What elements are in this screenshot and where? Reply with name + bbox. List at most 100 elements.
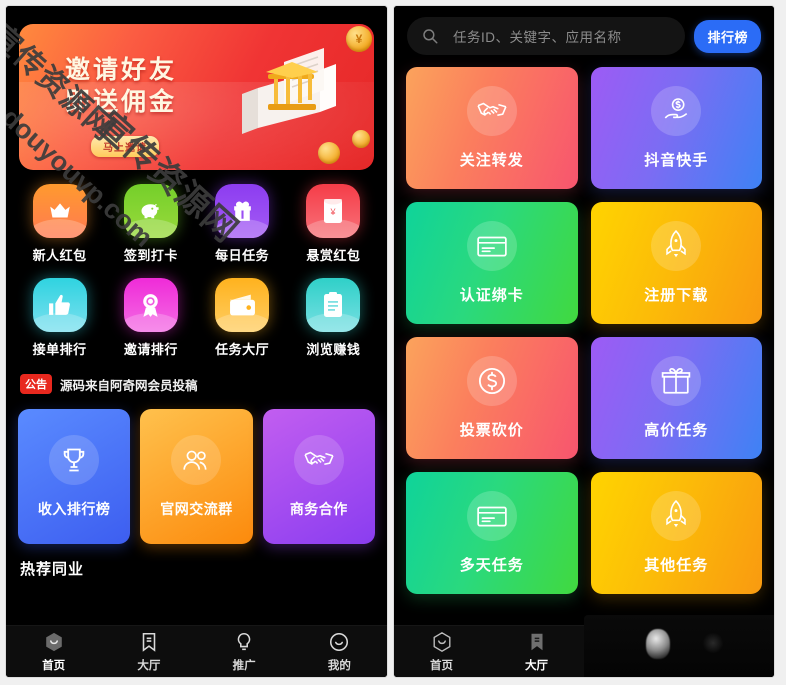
trophy-icon [63,448,85,471]
grid-item-piggy[interactable]: 签到打卡 [105,184,196,264]
tile-high-price-task[interactable]: 高价任务 [590,337,762,459]
grid-item-clipboard[interactable]: 浏览赚钱 [288,278,379,358]
tile-label: 其他任务 [644,557,709,574]
search-row: 任务ID、关键字、应用名称 排行榜 [394,6,774,55]
feature-cards: 收入排行榜 官网交流群 商务合作 [18,409,375,544]
tile-douyin-kuaishou[interactable]: 抖音快手 [590,67,762,189]
tab-home[interactable]: 首页 [394,631,489,673]
tab-label: 首页 [430,659,453,672]
thumbs-up-icon-tile [32,278,87,332]
card-label: 商务合作 [289,500,348,517]
left-bottom-nav: 首页 大厅 推广 我的 [6,625,387,677]
quick-action-grid: 新人红包 签到打卡 每日任务 ¥ 悬赏红包 接单排行 邀请排行 任务大厅 浏览赚… [14,184,379,358]
search-placeholder: 任务ID、关键字、应用名称 [453,30,622,45]
tab-home[interactable]: 首页 [6,631,101,673]
hand-dollar-icon-wrap [651,86,702,136]
invite-now-button[interactable]: 马上邀请 [91,136,159,157]
right-phone-frame: 任务ID、关键字、应用名称 排行榜 关注转发 抖音快手 认证绑卡 注册下载 投票… [394,6,774,677]
tile-label: 高价任务 [644,422,709,439]
tab-promote[interactable]: 推广 [197,631,292,673]
wallet-icon-tile [215,278,270,332]
clipboard-icon-tile [306,278,361,332]
announcement-bar[interactable]: 公告 源码来自阿奇网会员投稿 [20,374,387,394]
hand-dollar-icon [664,98,688,119]
rocket-icon-wrap [651,221,702,271]
handshake-icon [304,451,334,465]
banner-illustration [216,36,356,160]
card-business-cooperation[interactable]: 商务合作 [262,409,375,544]
bookmark-icon [142,632,156,652]
people-icon [183,450,207,470]
thumbs-up-icon [49,294,71,315]
svg-text:¥: ¥ [330,207,337,217]
smiley-face-icon [330,632,349,651]
tile-follow-share[interactable]: 关注转发 [406,67,578,189]
gift-icon [662,367,691,394]
gift-icon [233,201,251,221]
crown-icon [49,203,70,218]
grid-item-medal[interactable]: 邀请排行 [105,278,196,358]
glare-blob-secondary [702,633,724,653]
rocket-icon [666,230,687,258]
tile-label: 多天任务 [459,557,524,574]
people-icon-wrap [171,434,222,485]
grid-item-label: 邀请排行 [123,342,178,357]
tab-mine[interactable]: 我的 [292,631,387,673]
credit-card-icon [477,506,507,527]
tile-verify-bind-card[interactable]: 认证绑卡 [406,202,578,324]
grid-item-thumbs-up[interactable]: 接单排行 [14,278,105,358]
grid-item-label: 任务大厅 [215,342,270,357]
tab-hall[interactable]: 大厅 [489,631,584,673]
announcement-text: 源码来自阿奇网会员投稿 [60,378,198,393]
banner-title-line1: 邀请好友 [65,56,178,84]
card-income-ranking[interactable]: 收入排行榜 [18,409,131,544]
gift-icon-tile [215,184,270,238]
piggy-bank-icon-tile [123,184,178,238]
home-hex-smile-icon [45,632,62,651]
card-official-group[interactable]: 官网交流群 [140,409,253,544]
tab-label: 我的 [327,659,351,672]
grid-item-wallet[interactable]: 任务大厅 [197,278,288,358]
screenshot-stage: ¥ ¥ 邀请好友 即送佣金 马上邀请 新人红包 [0,0,786,685]
tab-label: 大厅 [137,659,161,672]
credit-card-icon-wrap [466,491,517,541]
tile-register-download[interactable]: 注册下载 [590,202,762,324]
tab-label: 首页 [42,659,66,672]
tile-label: 投票砍价 [459,422,524,439]
ranking-button[interactable]: 排行榜 [694,19,761,53]
medal-icon-tile [123,278,178,332]
coin-symbol: ¥ [355,32,363,46]
red-packet-icon: ¥ [324,199,343,223]
grid-item-label: 新人红包 [32,248,87,263]
left-phone-frame: ¥ ¥ 邀请好友 即送佣金 马上邀请 新人红包 [6,6,387,677]
tile-other-task[interactable]: 其他任务 [590,472,762,594]
tab-label: 大厅 [525,659,548,672]
credit-card-icon-wrap [466,221,517,271]
lightbulb-icon [237,632,251,650]
tile-multi-day-task[interactable]: 多天任务 [406,472,578,594]
rocket-icon [666,500,687,528]
grid-item-crown[interactable]: 新人红包 [14,184,105,264]
tab-hall[interactable]: 大厅 [101,631,196,673]
section-title: 热荐同业 [20,561,85,578]
handshake-icon-wrap [293,434,344,485]
announcement-badge: 公告 [20,374,52,394]
card-label: 官网交流群 [160,500,233,517]
invite-banner[interactable]: ¥ ¥ 邀请好友 即送佣金 马上邀请 [19,24,374,170]
search-input[interactable]: 任务ID、关键字、应用名称 [407,17,686,55]
home-hex-smile-icon [433,631,450,652]
grid-item-red-packet[interactable]: ¥ 悬赏红包 [288,184,379,264]
grid-item-label: 接单排行 [32,342,87,357]
handshake-icon [477,102,507,117]
glare-blob [646,629,670,659]
tab-label: 推广 [232,659,256,672]
grid-item-label: 浏览赚钱 [306,342,361,357]
tile-vote-bargain[interactable]: 投票砍价 [406,337,578,459]
bookmark-icon [531,633,542,650]
tile-label: 关注转发 [459,152,524,169]
banner-text: 邀请好友 即送佣金 [65,54,177,118]
grid-item-gift[interactable]: 每日任务 [197,184,288,264]
gift-icon-wrap [651,356,702,406]
wallet-icon [229,294,255,316]
handshake-icon-wrap [466,86,517,136]
